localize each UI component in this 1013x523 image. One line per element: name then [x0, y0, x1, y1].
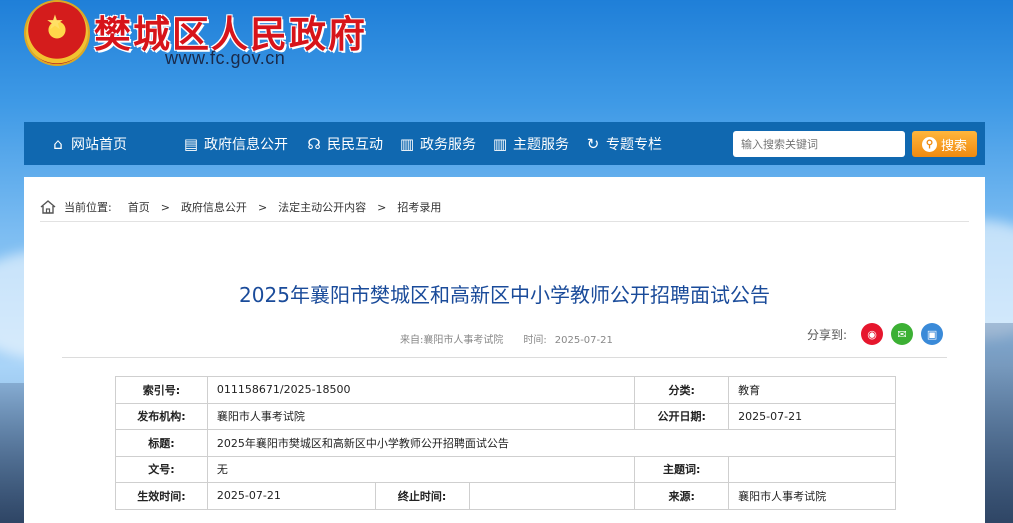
subject-label: 主题词:: [634, 455, 730, 483]
home-icon: [40, 200, 56, 214]
refresh-icon: ↻: [586, 134, 600, 153]
table-row: 生效时间: 2025-07-21 终止时间: 来源: 襄阳市人事考试院: [115, 482, 896, 510]
breadcrumb-link[interactable]: 首页: [128, 199, 150, 215]
time-value: 2025-07-21: [554, 335, 613, 346]
site-header: 樊城区人民政府 www.fc.gov.cn: [0, 0, 1013, 122]
divider: [40, 221, 969, 222]
index-value: 011158671/2025-18500: [206, 376, 636, 404]
main-nav: ⌂ 网站首页 ▤ 政府信息公开 ☊ 民民互动 ▥ 政务服务 ▥ 主题服务 ↻ 专…: [24, 122, 985, 165]
title-value: 2025年襄阳市樊城区和高新区中小学教师公开招聘面试公告: [206, 429, 897, 457]
origin-value: 襄阳市人事考试院: [728, 482, 896, 510]
breadcrumb: 当前位置: 首页 > 政府信息公开 > 法定主动公开内容 > 招考录用: [40, 199, 441, 215]
city-skyline: [0, 383, 24, 523]
search-icon: ⚲: [921, 136, 937, 152]
breadcrumb-separator: >: [160, 200, 170, 214]
share-bar: 分享到: ◉ ✉ ▣: [807, 323, 944, 345]
home-icon: ⌂: [53, 134, 63, 153]
index-label: 索引号:: [115, 376, 208, 404]
document-info-table: 索引号: 011158671/2025-18500 分类: 教育 发布机构: 襄…: [115, 376, 897, 510]
breadcrumb-link[interactable]: 法定主动公开内容: [278, 199, 366, 215]
breadcrumb-separator: >: [257, 200, 268, 214]
chat-icon: ☊: [307, 134, 321, 153]
nav-item-label: 网站首页: [71, 136, 127, 153]
publisher-label: 发布机构:: [115, 402, 208, 430]
article-meta: 来自:襄阳市人事考试院 时间: 2025-07-21: [400, 331, 613, 346]
search-button[interactable]: ⚲ 搜索: [912, 131, 977, 157]
end-label: 终止时间:: [374, 482, 470, 510]
article-source: 来自:襄阳市人事考试院: [400, 331, 503, 346]
content-panel: 当前位置: 首页 > 政府信息公开 > 法定主动公开内容 > 招考录用 2025…: [24, 177, 985, 523]
publisher-value: 襄阳市人事考试院: [206, 402, 636, 430]
article-time: 时间: 2025-07-21: [523, 331, 613, 346]
end-value: [468, 482, 636, 510]
nav-item-special[interactable]: ↻ 专题专栏: [585, 122, 662, 165]
subject-value: [728, 455, 896, 483]
nav-item-label: 主题服务: [513, 136, 569, 153]
nav-item-label: 民民互动: [327, 136, 383, 153]
pubdate-label: 公开日期:: [634, 402, 730, 430]
city-skyline: [985, 323, 1013, 523]
nav-item-services[interactable]: ▥ 政务服务: [399, 122, 476, 165]
table-row: 文号: 无 主题词:: [115, 455, 896, 483]
breadcrumb-separator: >: [377, 200, 387, 214]
nav-item-home[interactable]: ⌂ 网站首页: [50, 122, 127, 165]
search-input[interactable]: [733, 131, 905, 157]
nav-item-topics[interactable]: ▥ 主题服务: [492, 122, 569, 165]
building-icon: ▥: [399, 134, 415, 153]
search-button-label: 搜索: [940, 137, 967, 153]
document-icon: ▤: [183, 134, 199, 153]
nav-item-label: 专题专栏: [606, 136, 662, 153]
pubdate-value: 2025-07-21: [728, 402, 896, 430]
source-value: 襄阳市人事考试院: [423, 335, 504, 346]
effective-value: 2025-07-21: [206, 482, 376, 510]
source-label: 来自:: [400, 335, 424, 346]
table-row: 索引号: 011158671/2025-18500 分类: 教育: [115, 376, 896, 404]
nav-item-label: 政务服务: [420, 136, 476, 153]
docno-value: 无: [206, 455, 636, 483]
nav-item-label: 政府信息公开: [204, 136, 288, 153]
copy-link-icon[interactable]: ▣: [921, 323, 944, 345]
article-title: 2025年襄阳市樊城区和高新区中小学教师公开招聘面试公告: [239, 283, 770, 307]
building-icon: ▥: [492, 134, 508, 153]
wechat-icon[interactable]: ✉: [891, 323, 914, 345]
breadcrumb-prefix: 当前位置:: [64, 201, 112, 214]
divider: [62, 357, 947, 358]
breadcrumb-link[interactable]: 政府信息公开: [181, 199, 247, 215]
effective-label: 生效时间:: [115, 482, 208, 510]
origin-label: 来源:: [634, 482, 730, 510]
title-label: 标题:: [115, 429, 208, 457]
docno-label: 文号:: [115, 455, 208, 483]
table-row: 发布机构: 襄阳市人事考试院 公开日期: 2025-07-21: [115, 402, 896, 430]
national-emblem-icon: [26, 2, 88, 64]
breadcrumb-link[interactable]: 招考录用: [397, 199, 441, 215]
category-label: 分类:: [634, 376, 730, 404]
weibo-icon[interactable]: ◉: [861, 323, 884, 345]
category-value: 教育: [728, 376, 896, 404]
table-row: 标题: 2025年襄阳市樊城区和高新区中小学教师公开招聘面试公告: [115, 429, 897, 457]
share-label: 分享到:: [807, 327, 848, 342]
time-label: 时间:: [523, 335, 547, 346]
nav-item-gov-info[interactable]: ▤ 政府信息公开: [183, 122, 288, 165]
site-url: www.fc.gov.cn: [165, 48, 286, 68]
nav-item-interaction[interactable]: ☊ 民民互动: [306, 122, 383, 165]
